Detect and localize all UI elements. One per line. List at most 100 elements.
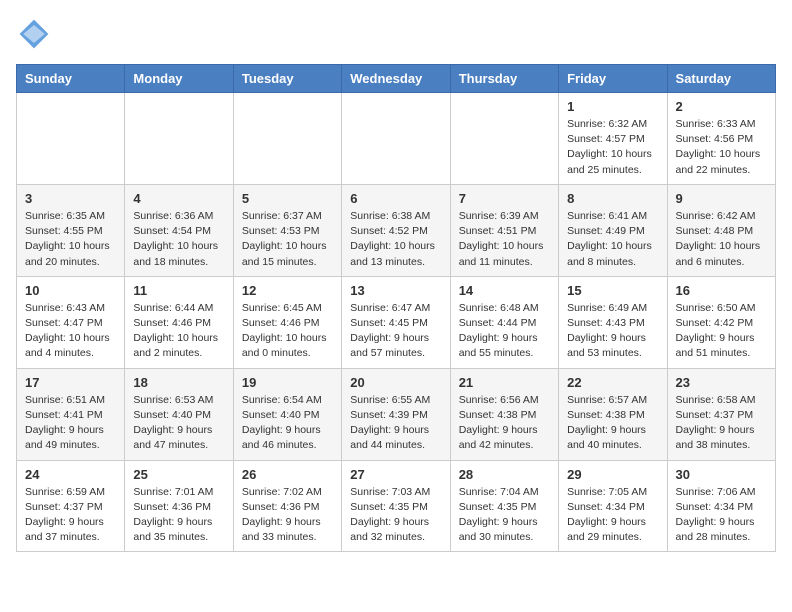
calendar-cell <box>233 93 341 185</box>
calendar-cell: 24 Sunrise: 6:59 AMSunset: 4:37 PMDayligh… <box>17 460 125 552</box>
day-info: Sunrise: 6:44 AMSunset: 4:46 PMDaylight:… <box>133 301 224 362</box>
day-number: 7 <box>459 191 550 206</box>
page-header <box>16 16 776 52</box>
calendar-week-3: 10 Sunrise: 6:43 AMSunset: 4:47 PMDayligh… <box>17 276 776 368</box>
day-info: Sunrise: 6:54 AMSunset: 4:40 PMDaylight:… <box>242 393 333 454</box>
calendar-cell <box>125 93 233 185</box>
calendar-cell <box>342 93 450 185</box>
day-number: 24 <box>25 467 116 482</box>
day-number: 16 <box>676 283 767 298</box>
day-number: 25 <box>133 467 224 482</box>
calendar-header-row: SundayMondayTuesdayWednesdayThursdayFrid… <box>17 65 776 93</box>
day-info: Sunrise: 6:41 AMSunset: 4:49 PMDaylight:… <box>567 209 658 270</box>
day-number: 5 <box>242 191 333 206</box>
day-info: Sunrise: 7:01 AMSunset: 4:36 PMDaylight:… <box>133 485 224 546</box>
calendar-cell: 6Sunrise: 6:38 AMSunset: 4:52 PMDaylight… <box>342 184 450 276</box>
day-number: 14 <box>459 283 550 298</box>
day-info: Sunrise: 6:48 AMSunset: 4:44 PMDaylight:… <box>459 301 550 362</box>
day-info: Sunrise: 7:03 AMSunset: 4:35 PMDaylight:… <box>350 485 441 546</box>
day-info: Sunrise: 7:02 AMSunset: 4:36 PMDaylight:… <box>242 485 333 546</box>
day-info: Sunrise: 6:50 AMSunset: 4:42 PMDaylight:… <box>676 301 767 362</box>
calendar-cell: 1 Sunrise: 6:32 AMSunset: 4:57 PMDaylight… <box>559 93 667 185</box>
calendar-cell <box>450 93 558 185</box>
calendar-cell: 25 Sunrise: 7:01 AMSunset: 4:36 PMDayligh… <box>125 460 233 552</box>
day-info: Sunrise: 6:55 AMSunset: 4:39 PMDaylight:… <box>350 393 441 454</box>
calendar-cell: 9 Sunrise: 6:42 AMSunset: 4:48 PMDaylight… <box>667 184 775 276</box>
calendar-cell: 2 Sunrise: 6:33 AMSunset: 4:56 PMDaylight… <box>667 93 775 185</box>
calendar-cell: 20 Sunrise: 6:55 AMSunset: 4:39 PMDayligh… <box>342 368 450 460</box>
day-info: Sunrise: 6:45 AMSunset: 4:46 PMDaylight:… <box>242 301 333 362</box>
day-info: Sunrise: 7:04 AMSunset: 4:35 PMDaylight:… <box>459 485 550 546</box>
calendar-cell <box>17 93 125 185</box>
day-info: Sunrise: 6:58 AMSunset: 4:37 PMDaylight:… <box>676 393 767 454</box>
calendar-cell: 4 Sunrise: 6:36 AMSunset: 4:54 PMDaylight… <box>125 184 233 276</box>
day-number: 21 <box>459 375 550 390</box>
day-number: 1 <box>567 99 658 114</box>
day-number: 12 <box>242 283 333 298</box>
day-number: 26 <box>242 467 333 482</box>
calendar-cell: 16 Sunrise: 6:50 AMSunset: 4:42 PMDayligh… <box>667 276 775 368</box>
day-info: Sunrise: 6:43 AMSunset: 4:47 PMDaylight:… <box>25 301 116 362</box>
calendar-cell: 8 Sunrise: 6:41 AMSunset: 4:49 PMDaylight… <box>559 184 667 276</box>
day-info: Sunrise: 6:35 AMSunset: 4:55 PMDaylight:… <box>25 209 116 270</box>
calendar-table: SundayMondayTuesdayWednesdayThursdayFrid… <box>16 64 776 552</box>
day-info: Sunrise: 6:57 AMSunset: 4:38 PMDaylight:… <box>567 393 658 454</box>
calendar-cell: 19 Sunrise: 6:54 AMSunset: 4:40 PMDayligh… <box>233 368 341 460</box>
day-number: 19 <box>242 375 333 390</box>
day-info: Sunrise: 6:49 AMSunset: 4:43 PMDaylight:… <box>567 301 658 362</box>
calendar-cell: 28 Sunrise: 7:04 AMSunset: 4:35 PMDayligh… <box>450 460 558 552</box>
day-info: Sunrise: 6:39 AMSunset: 4:51 PMDaylight:… <box>459 209 550 270</box>
day-info: Sunrise: 6:38 AMSunset: 4:52 PMDaylight:… <box>350 209 441 270</box>
calendar-cell: 3 Sunrise: 6:35 AMSunset: 4:55 PMDaylight… <box>17 184 125 276</box>
calendar-cell: 14 Sunrise: 6:48 AMSunset: 4:44 PMDayligh… <box>450 276 558 368</box>
weekday-header-saturday: Saturday <box>667 65 775 93</box>
day-number: 2 <box>676 99 767 114</box>
logo <box>16 16 56 52</box>
day-number: 28 <box>459 467 550 482</box>
calendar-cell: 26 Sunrise: 7:02 AMSunset: 4:36 PMDayligh… <box>233 460 341 552</box>
day-number: 13 <box>350 283 441 298</box>
day-number: 3 <box>25 191 116 206</box>
day-info: Sunrise: 6:36 AMSunset: 4:54 PMDaylight:… <box>133 209 224 270</box>
calendar-cell: 10 Sunrise: 6:43 AMSunset: 4:47 PMDayligh… <box>17 276 125 368</box>
weekday-header-thursday: Thursday <box>450 65 558 93</box>
day-number: 29 <box>567 467 658 482</box>
day-info: Sunrise: 6:51 AMSunset: 4:41 PMDaylight:… <box>25 393 116 454</box>
calendar-cell: 7 Sunrise: 6:39 AMSunset: 4:51 PMDaylight… <box>450 184 558 276</box>
calendar-cell: 23Sunrise: 6:58 AMSunset: 4:37 PMDayligh… <box>667 368 775 460</box>
calendar-week-2: 3 Sunrise: 6:35 AMSunset: 4:55 PMDaylight… <box>17 184 776 276</box>
calendar-cell: 30Sunrise: 7:06 AMSunset: 4:34 PMDayligh… <box>667 460 775 552</box>
calendar-cell: 22 Sunrise: 6:57 AMSunset: 4:38 PMDayligh… <box>559 368 667 460</box>
calendar-cell: 29 Sunrise: 7:05 AMSunset: 4:34 PMDayligh… <box>559 460 667 552</box>
calendar-cell: 12 Sunrise: 6:45 AMSunset: 4:46 PMDayligh… <box>233 276 341 368</box>
day-info: Sunrise: 6:59 AMSunset: 4:37 PMDaylight:… <box>25 485 116 546</box>
day-number: 8 <box>567 191 658 206</box>
day-number: 20 <box>350 375 441 390</box>
calendar-week-4: 17Sunrise: 6:51 AMSunset: 4:41 PMDayligh… <box>17 368 776 460</box>
day-info: Sunrise: 6:32 AMSunset: 4:57 PMDaylight:… <box>567 117 658 178</box>
logo-icon <box>16 16 52 52</box>
day-info: Sunrise: 6:37 AMSunset: 4:53 PMDaylight:… <box>242 209 333 270</box>
day-info: Sunrise: 7:05 AMSunset: 4:34 PMDaylight:… <box>567 485 658 546</box>
day-number: 15 <box>567 283 658 298</box>
day-number: 9 <box>676 191 767 206</box>
day-info: Sunrise: 6:56 AMSunset: 4:38 PMDaylight:… <box>459 393 550 454</box>
day-info: Sunrise: 6:33 AMSunset: 4:56 PMDaylight:… <box>676 117 767 178</box>
calendar-cell: 11Sunrise: 6:44 AMSunset: 4:46 PMDayligh… <box>125 276 233 368</box>
calendar-week-5: 24 Sunrise: 6:59 AMSunset: 4:37 PMDayligh… <box>17 460 776 552</box>
day-number: 4 <box>133 191 224 206</box>
calendar-cell: 15 Sunrise: 6:49 AMSunset: 4:43 PMDayligh… <box>559 276 667 368</box>
day-info: Sunrise: 7:06 AMSunset: 4:34 PMDaylight:… <box>676 485 767 546</box>
weekday-header-friday: Friday <box>559 65 667 93</box>
calendar-cell: 27Sunrise: 7:03 AMSunset: 4:35 PMDayligh… <box>342 460 450 552</box>
day-info: Sunrise: 6:47 AMSunset: 4:45 PMDaylight:… <box>350 301 441 362</box>
day-info: Sunrise: 6:53 AMSunset: 4:40 PMDaylight:… <box>133 393 224 454</box>
day-number: 10 <box>25 283 116 298</box>
day-number: 22 <box>567 375 658 390</box>
day-info: Sunrise: 6:42 AMSunset: 4:48 PMDaylight:… <box>676 209 767 270</box>
calendar-week-1: 1 Sunrise: 6:32 AMSunset: 4:57 PMDaylight… <box>17 93 776 185</box>
weekday-header-tuesday: Tuesday <box>233 65 341 93</box>
calendar-cell: 17Sunrise: 6:51 AMSunset: 4:41 PMDayligh… <box>17 368 125 460</box>
calendar-cell: 21 Sunrise: 6:56 AMSunset: 4:38 PMDayligh… <box>450 368 558 460</box>
weekday-header-sunday: Sunday <box>17 65 125 93</box>
